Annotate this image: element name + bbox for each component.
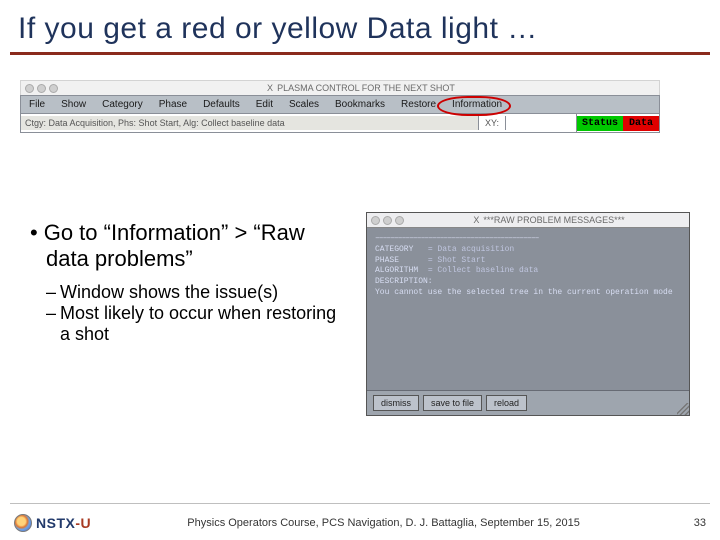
plasma-control-window: XPLASMA CONTROL FOR THE NEXT SHOT File S… xyxy=(20,80,660,133)
popup-button-bar: dismiss save to file reload xyxy=(367,390,689,415)
bullet-main: •Go to “Information” > “Raw data problem… xyxy=(30,220,350,272)
traffic-light-icon xyxy=(383,216,392,225)
x11-icon: X xyxy=(473,215,479,225)
bullet-sub: –Most likely to occur when restoring a s… xyxy=(30,303,350,345)
traffic-light-icon xyxy=(25,84,34,93)
xy-label: XY: xyxy=(479,116,506,130)
slide-title: If you get a red or yellow Data light … xyxy=(0,0,720,52)
menu-show[interactable]: Show xyxy=(53,96,94,113)
reload-button[interactable]: reload xyxy=(486,395,527,411)
dash-icon: – xyxy=(46,303,60,323)
logo-disc-icon xyxy=(14,514,32,532)
footer-separator xyxy=(10,503,710,504)
bullet-sub: –Window shows the issue(s) xyxy=(30,282,350,303)
title-underline xyxy=(10,52,710,55)
resize-handle-icon[interactable] xyxy=(677,403,689,415)
dash-icon: – xyxy=(46,282,60,302)
popup-row-phase: PHASE = Shot Start xyxy=(375,256,681,267)
window-title: XPLASMA CONTROL FOR THE NEXT SHOT xyxy=(67,83,655,93)
dismiss-button[interactable]: dismiss xyxy=(373,395,419,411)
footer-center-text: Physics Operators Course, PCS Navigation… xyxy=(91,517,676,529)
logo-text-u: -U xyxy=(75,515,91,531)
slide-footer: NSTX-U Physics Operators Course, PCS Nav… xyxy=(0,506,720,540)
raw-problem-window: X***RAW PROBLEM MESSAGES*** ––––––––––––… xyxy=(366,212,690,416)
popup-title: X***RAW PROBLEM MESSAGES*** xyxy=(413,215,685,225)
nstx-u-logo: NSTX-U xyxy=(14,514,91,532)
popup-titlebar: X***RAW PROBLEM MESSAGES*** xyxy=(367,213,689,228)
popup-row-category: CATEGORY = Data acquisition xyxy=(375,245,681,256)
traffic-light-icon xyxy=(49,84,58,93)
data-indicator: Data xyxy=(623,116,659,131)
menu-information[interactable]: Information xyxy=(444,96,510,113)
menu-restore[interactable]: Restore xyxy=(393,96,444,113)
menu-bookmarks[interactable]: Bookmarks xyxy=(327,96,393,113)
x11-icon: X xyxy=(267,83,273,93)
menu-defaults[interactable]: Defaults xyxy=(195,96,248,113)
xy-readout xyxy=(506,114,577,132)
logo-text-nstx: NSTX xyxy=(36,515,75,531)
bullet-list: •Go to “Information” > “Raw data problem… xyxy=(30,220,350,345)
separator-line: ––––––––––––––––––––––––––––––––––––––––… xyxy=(375,234,681,245)
menu-bar: File Show Category Phase Defaults Edit S… xyxy=(20,95,660,114)
popup-row-algorithm: ALGORITHM = Collect baseline data xyxy=(375,266,681,277)
bullet-dot-icon: • xyxy=(30,220,44,245)
traffic-light-icon xyxy=(395,216,404,225)
popup-desc-text: You cannot use the selected tree in the … xyxy=(375,288,681,299)
menu-category[interactable]: Category xyxy=(94,96,151,113)
traffic-light-icon xyxy=(37,84,46,93)
popup-body: ––––––––––––––––––––––––––––––––––––––––… xyxy=(367,228,689,390)
menu-edit[interactable]: Edit xyxy=(248,96,281,113)
menu-file[interactable]: File xyxy=(21,96,53,113)
status-path-readout: Ctgy: Data Acquisition, Phs: Shot Start,… xyxy=(21,116,479,130)
status-bar: Ctgy: Data Acquisition, Phs: Shot Start,… xyxy=(20,114,660,133)
menu-scales[interactable]: Scales xyxy=(281,96,327,113)
window-titlebar: XPLASMA CONTROL FOR THE NEXT SHOT xyxy=(20,80,660,95)
popup-desc-label: DESCRIPTION: xyxy=(375,277,681,288)
menu-phase[interactable]: Phase xyxy=(151,96,195,113)
save-to-file-button[interactable]: save to file xyxy=(423,395,482,411)
traffic-light-icon xyxy=(371,216,380,225)
page-number: 33 xyxy=(676,517,706,529)
status-indicator: Status xyxy=(577,116,623,131)
